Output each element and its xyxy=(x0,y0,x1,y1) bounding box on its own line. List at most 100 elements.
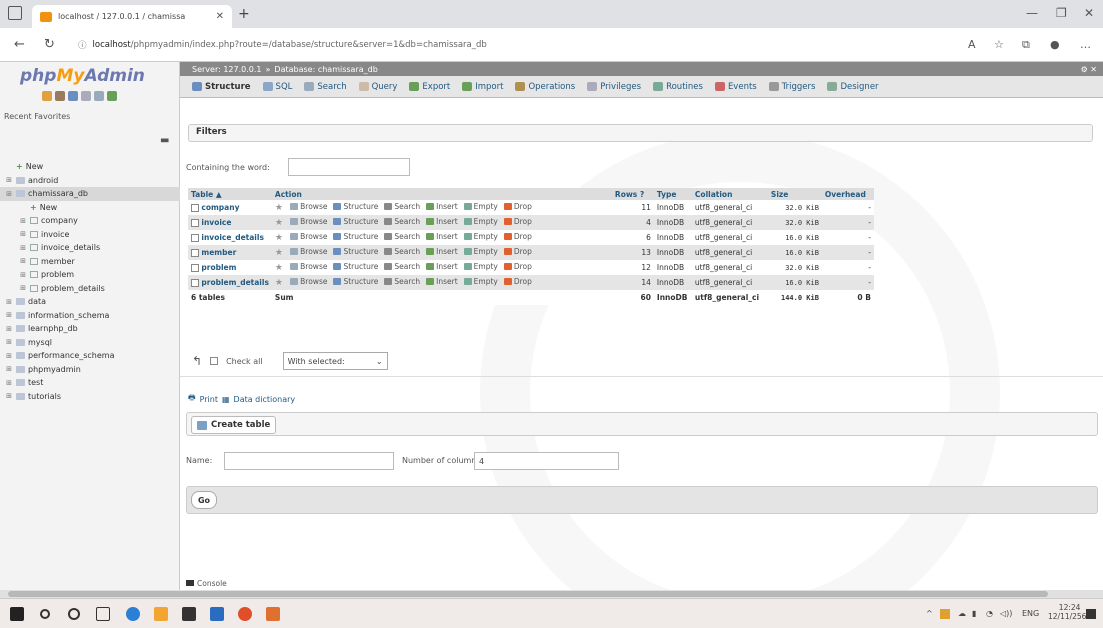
num-columns-input[interactable]: 4 xyxy=(474,452,619,470)
tab-search[interactable]: Search xyxy=(304,82,347,92)
search-action[interactable]: Search xyxy=(384,247,420,256)
app-orange-icon[interactable] xyxy=(266,607,280,621)
size-cell[interactable]: 16.0 KiB xyxy=(767,275,822,290)
empty-action[interactable]: Empty xyxy=(463,217,498,226)
site-info-icon[interactable]: ⓘ xyxy=(78,39,87,51)
empty-action[interactable]: Empty xyxy=(463,202,498,211)
tab-routines[interactable]: Routines xyxy=(653,82,703,92)
docs-icon[interactable] xyxy=(81,91,91,101)
tree-item[interactable]: ⊞ chamissara_db xyxy=(0,187,180,201)
recent-favorites-tabs[interactable]: Recent Favorites xyxy=(4,112,70,121)
cloud-icon[interactable]: ☁ xyxy=(958,609,966,618)
tab-operations[interactable]: Operations xyxy=(515,82,575,92)
empty-action[interactable]: Empty xyxy=(463,232,498,241)
console-toggle[interactable]: Console xyxy=(180,576,250,590)
favorite-star-icon[interactable]: ★ xyxy=(275,263,283,273)
tree-item[interactable]: ⊞ invoice_details xyxy=(0,241,180,255)
clock[interactable]: 12:24 12/11/2564 xyxy=(1048,603,1091,621)
settings-gear-icon[interactable] xyxy=(94,91,104,101)
expand-icon[interactable]: ⊞ xyxy=(4,176,14,184)
breadcrumb-server[interactable]: Server: 127.0.0.1 xyxy=(192,65,262,74)
insert-action[interactable]: Insert xyxy=(426,232,458,241)
search-icon[interactable] xyxy=(40,609,50,619)
insert-action[interactable]: Insert xyxy=(426,262,458,271)
th-collation[interactable]: Collation xyxy=(691,188,768,200)
th-table[interactable]: Table ▲ xyxy=(188,188,272,200)
search-action[interactable]: Search xyxy=(384,217,420,226)
tree-item[interactable]: ⊞ member xyxy=(0,255,180,269)
tab-sql[interactable]: SQL xyxy=(262,82,292,92)
empty-action[interactable]: Empty xyxy=(463,277,498,286)
create-table-tab[interactable]: Create table xyxy=(191,416,277,434)
xampp-icon[interactable] xyxy=(154,607,168,621)
reload-nav-icon[interactable] xyxy=(107,91,117,101)
table-name-link[interactable]: member xyxy=(201,248,236,257)
tree-item[interactable]: ⊞ problem xyxy=(0,268,180,282)
notifications-icon[interactable] xyxy=(1086,609,1096,619)
insert-action[interactable]: Insert xyxy=(426,202,458,211)
more-menu-icon[interactable]: … xyxy=(1080,38,1091,51)
tab-query[interactable]: Query xyxy=(358,82,397,92)
table-name-link[interactable]: problem xyxy=(201,263,236,272)
row-checkbox[interactable] xyxy=(191,249,199,257)
insert-action[interactable]: Insert xyxy=(426,277,458,286)
minimize-icon[interactable]: — xyxy=(1026,6,1038,20)
tray-chevron-icon[interactable]: ^ xyxy=(926,609,933,618)
th-overhead[interactable]: Overhead xyxy=(821,188,874,200)
expand-icon[interactable]: ⊞ xyxy=(4,338,14,346)
expand-icon[interactable]: ⊞ xyxy=(18,271,28,279)
size-cell[interactable]: 16.0 KiB xyxy=(767,245,822,260)
browse-action[interactable]: Browse xyxy=(290,277,327,286)
close-window-icon[interactable]: ✕ xyxy=(1084,6,1094,20)
drop-action[interactable]: Drop xyxy=(503,202,532,211)
print-link[interactable]: Print xyxy=(200,395,218,404)
row-checkbox[interactable] xyxy=(191,264,199,272)
sql-query-icon[interactable] xyxy=(68,91,78,101)
tree-item[interactable]: ⊞ phpmyadmin xyxy=(0,363,180,377)
drop-action[interactable]: Drop xyxy=(503,277,532,286)
home-icon[interactable] xyxy=(42,91,52,101)
tab-privileges[interactable]: Privileges xyxy=(587,82,641,92)
insert-action[interactable]: Insert xyxy=(426,217,458,226)
structure-action[interactable]: Structure xyxy=(333,262,378,271)
reload-icon[interactable]: ↻ xyxy=(44,37,55,52)
size-cell[interactable]: 16.0 KiB xyxy=(767,230,822,245)
th-size[interactable]: Size xyxy=(767,188,822,200)
drop-action[interactable]: Drop xyxy=(503,217,532,226)
structure-action[interactable]: Structure xyxy=(333,217,378,226)
drop-action[interactable]: Drop xyxy=(503,232,532,241)
expand-icon[interactable]: ⊞ xyxy=(18,217,28,225)
insert-action[interactable]: Insert xyxy=(426,247,458,256)
language-indicator[interactable]: ENG xyxy=(1022,609,1039,618)
th-type[interactable]: Type xyxy=(653,188,692,200)
size-cell[interactable]: 32.0 KiB xyxy=(767,260,822,275)
with-selected-select[interactable]: With selected: ⌄ xyxy=(282,352,388,370)
new-tab-icon[interactable]: + xyxy=(238,6,250,22)
tree-item[interactable]: ⊞ performance_schema xyxy=(0,349,180,363)
search-action[interactable]: Search xyxy=(384,202,420,211)
expand-icon[interactable]: ⊞ xyxy=(18,244,28,252)
favorite-star-icon[interactable]: ☆ xyxy=(994,38,1004,51)
go-button[interactable]: Go xyxy=(191,491,217,509)
maximize-icon[interactable]: ❐ xyxy=(1056,6,1067,20)
tree-item[interactable]: + New xyxy=(0,201,180,215)
row-checkbox[interactable] xyxy=(191,234,199,242)
expand-icon[interactable]: ⊞ xyxy=(4,365,14,373)
tree-item[interactable]: ⊞ tutorials xyxy=(0,390,180,404)
wifi-icon[interactable]: ◔ xyxy=(986,609,993,618)
table-name-link[interactable]: problem_details xyxy=(201,278,269,287)
profile-avatar-icon[interactable]: ● xyxy=(1050,38,1060,51)
structure-action[interactable]: Structure xyxy=(333,247,378,256)
tree-item[interactable]: ⊞ learnphp_db xyxy=(0,322,180,336)
search-action[interactable]: Search xyxy=(384,262,420,271)
tray-app-icon[interactable] xyxy=(940,609,950,619)
row-checkbox[interactable] xyxy=(191,204,199,212)
breadcrumb-database[interactable]: Database: chamissara_db xyxy=(274,65,377,74)
read-aloud-icon[interactable]: A xyxy=(968,38,976,51)
browse-action[interactable]: Browse xyxy=(290,262,327,271)
favorite-star-icon[interactable]: ★ xyxy=(275,248,283,258)
table-name-link[interactable]: company xyxy=(201,203,239,212)
tree-item[interactable]: ⊞ android xyxy=(0,174,180,188)
tab-events[interactable]: Events xyxy=(714,82,757,92)
edge-browser-icon[interactable] xyxy=(126,607,140,621)
